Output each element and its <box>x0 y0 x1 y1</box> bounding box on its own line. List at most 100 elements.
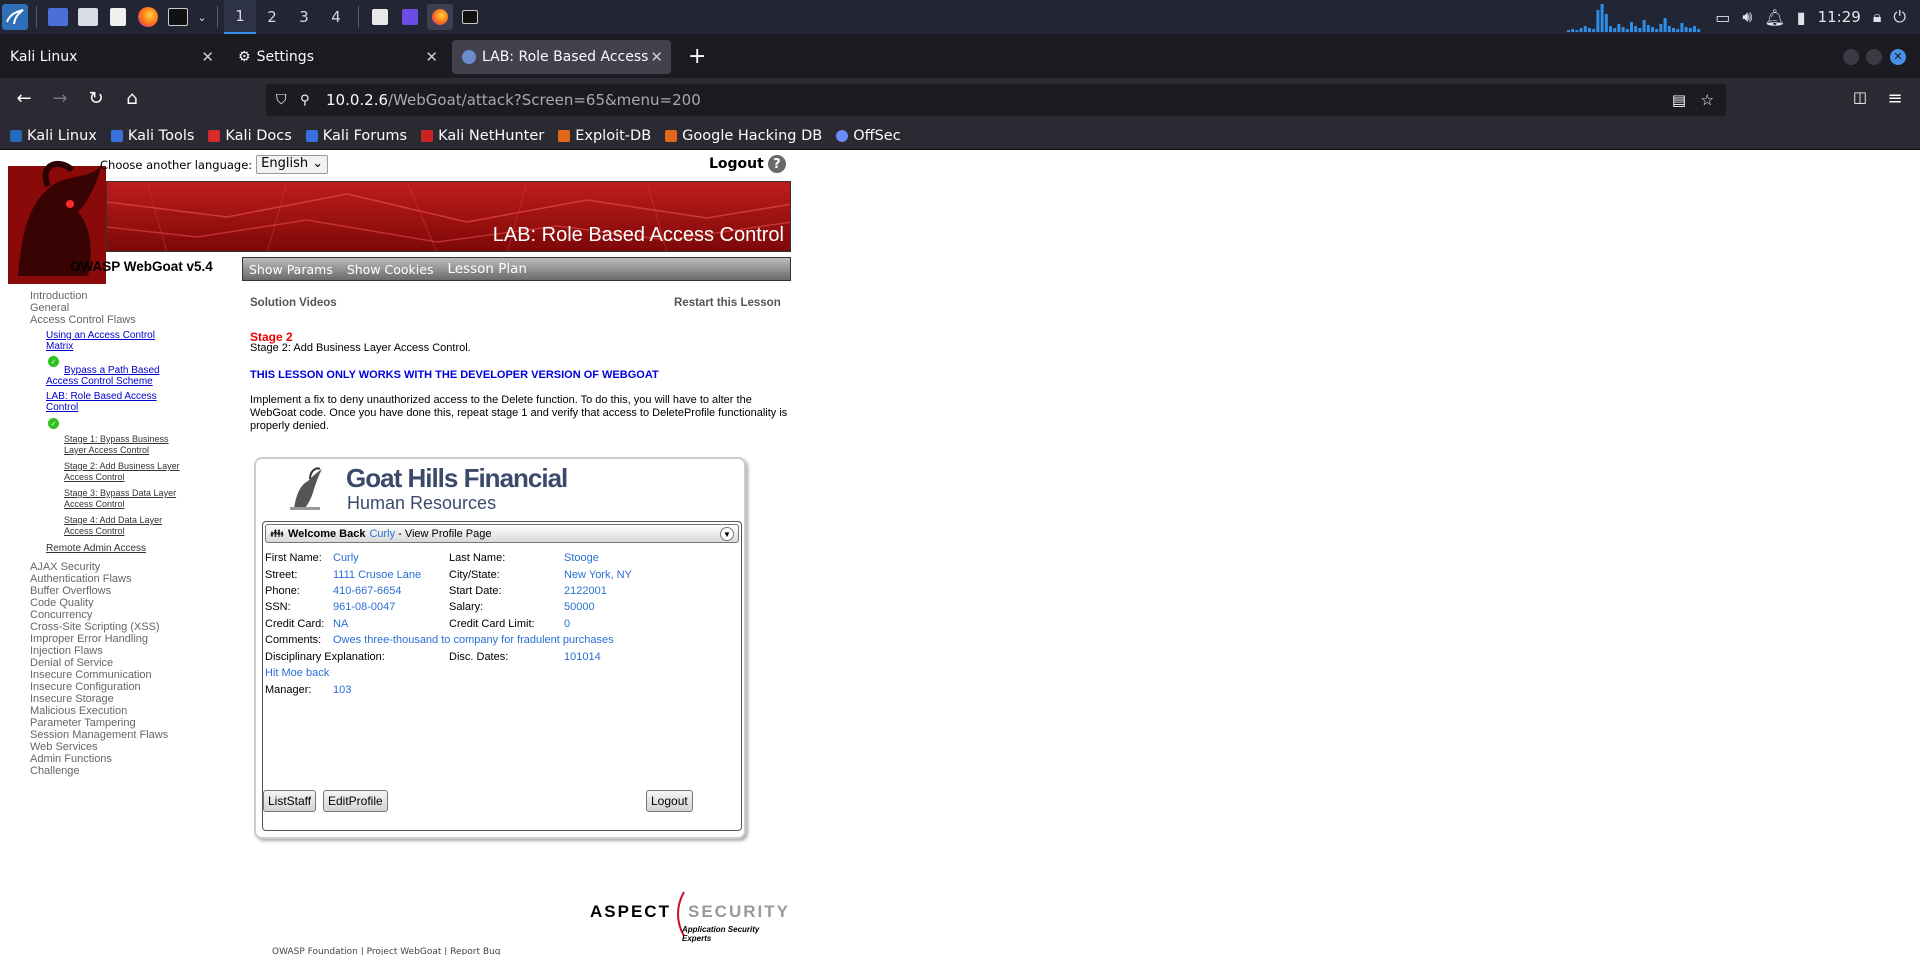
list-staff-button[interactable]: ListStaff <box>263 790 317 812</box>
nav-admin-functions[interactable]: Admin Functions <box>30 753 112 765</box>
bookmark-google-hacking-db[interactable]: Google Hacking DB <box>665 128 822 144</box>
nav-malicious-execution[interactable]: Malicious Execution <box>30 705 127 717</box>
close-icon[interactable]: ✕ <box>201 48 214 66</box>
nav-stage-1[interactable]: Stage 1: Bypass Business <box>64 434 169 444</box>
notification-bell-icon[interactable]: 🔔︎ <box>1764 8 1784 27</box>
nav-lab-role-based-access-cont[interactable]: Control <box>46 402 78 413</box>
nav-lab-role-based-access[interactable]: LAB: Role Based Access <box>46 391 157 402</box>
nav-stage-2-cont[interactable]: Access Control <box>64 472 125 482</box>
file-manager-icon[interactable] <box>75 4 101 30</box>
lock-icon[interactable]: 🔒︎ <box>1873 7 1882 27</box>
display-icon[interactable]: ▭ <box>1715 8 1730 27</box>
back-arrow-icon[interactable]: ← <box>12 88 36 109</box>
tab-settings[interactable]: ⚙ Settings ✕ <box>228 40 446 74</box>
close-window-button[interactable]: ✕ <box>1890 49 1906 65</box>
show-desktop-icon[interactable] <box>45 4 71 30</box>
nav-improper-error-handling[interactable]: Improper Error Handling <box>30 633 148 645</box>
maximize-button[interactable] <box>1866 49 1882 65</box>
workspace-1[interactable]: 1 <box>224 0 256 34</box>
nav-using-access-control-matrix[interactable]: Using an Access Control <box>46 330 155 341</box>
lesson-plan-button[interactable]: Lesson Plan <box>447 261 526 277</box>
bookmark-star-icon[interactable]: ☆ <box>1701 91 1714 109</box>
nav-insecure-storage[interactable]: Insecure Storage <box>30 693 114 705</box>
reload-icon[interactable]: ↻ <box>84 88 108 109</box>
nav-bypass-path-based-cont[interactable]: Access Control Scheme <box>46 376 153 387</box>
close-icon[interactable]: ✕ <box>650 48 663 66</box>
nav-stage-1-cont[interactable]: Layer Access Control <box>64 445 149 455</box>
terminal-icon[interactable] <box>165 4 191 30</box>
nav-xss[interactable]: Cross-Site Scripting (XSS) <box>30 621 160 633</box>
terminal-window-icon[interactable] <box>457 4 483 30</box>
tab-lab-role-based-access[interactable]: LAB: Role Based Access C ✕ <box>452 40 671 74</box>
solution-videos-link[interactable]: Solution Videos <box>250 297 337 309</box>
nav-introduction[interactable]: Introduction <box>30 290 87 302</box>
bookmark-offsec[interactable]: OffSec <box>836 128 901 144</box>
bookmark-kali-docs[interactable]: Kali Docs <box>208 128 292 144</box>
logout-link[interactable]: Logout ? <box>709 155 786 173</box>
text-editor-icon[interactable] <box>105 4 131 30</box>
reader-view-icon[interactable]: ▤ <box>1672 91 1686 109</box>
nav-stage-4-cont[interactable]: Access Control <box>64 526 125 536</box>
nav-access-control-flaws[interactable]: Access Control Flaws <box>30 314 136 326</box>
edit-profile-button[interactable]: EditProfile <box>323 790 388 812</box>
workspace-2[interactable]: 2 <box>256 0 288 34</box>
nav-insecure-configuration[interactable]: Insecure Configuration <box>30 681 141 693</box>
ghf-logout-button[interactable]: Logout <box>646 790 693 812</box>
bookmark-kali-linux[interactable]: Kali Linux <box>10 128 97 144</box>
nav-stage-3-cont[interactable]: Access Control <box>64 499 125 509</box>
power-icon[interactable]: ⏻ <box>1893 7 1906 27</box>
nav-general[interactable]: General <box>30 302 69 314</box>
nav-code-quality[interactable]: Code Quality <box>30 597 94 609</box>
nav-insecure-communication[interactable]: Insecure Communication <box>30 669 152 681</box>
help-icon[interactable]: ? <box>767 155 786 173</box>
nav-stage-3[interactable]: Stage 3: Bypass Data Layer <box>64 488 176 498</box>
nav-authentication-flaws[interactable]: Authentication Flaws <box>30 573 132 585</box>
home-icon[interactable]: ⌂ <box>120 88 144 109</box>
nav-stage-4[interactable]: Stage 4: Add Data Layer <box>64 515 162 525</box>
chevron-down-icon[interactable]: ⌄ <box>195 4 209 30</box>
nav-injection-flaws[interactable]: Injection Flaws <box>30 645 103 657</box>
bookmark-kali-nethunter[interactable]: Kali NetHunter <box>421 128 544 144</box>
pocket-icon[interactable]: ◫ <box>1848 88 1872 106</box>
kali-menu-icon[interactable] <box>2 4 28 30</box>
nav-parameter-tampering[interactable]: Parameter Tampering <box>30 717 136 729</box>
volume-icon[interactable]: 🔊︎ <box>1742 7 1752 27</box>
page-info-icon[interactable]: ⚲ <box>300 93 310 108</box>
firefox-icon[interactable] <box>135 4 161 30</box>
workspace-4[interactable]: 4 <box>320 0 352 34</box>
close-icon[interactable]: ✕ <box>425 48 438 66</box>
nav-concurrency[interactable]: Concurrency <box>30 609 92 621</box>
nav-ajax-security[interactable]: AJAX Security <box>30 561 100 573</box>
forward-arrow-icon[interactable]: → <box>48 88 72 109</box>
nav-denial-of-service[interactable]: Denial of Service <box>30 657 113 669</box>
bookmark-kali-tools[interactable]: Kali Tools <box>110 128 194 144</box>
bookmark-exploit-db[interactable]: Exploit-DB <box>558 128 651 144</box>
nav-web-services[interactable]: Web Services <box>30 741 98 753</box>
nav-remote-admin-access[interactable]: Remote Admin Access <box>46 543 146 554</box>
minimize-button[interactable] <box>1843 49 1859 65</box>
shield-icon[interactable]: ⛉ <box>276 92 287 108</box>
new-tab-button[interactable]: + <box>688 44 706 69</box>
aspect-security-logo[interactable]: ASPECT SECURITY Application Security Exp… <box>590 891 790 943</box>
zap-window-icon[interactable] <box>397 4 423 30</box>
show-params-button[interactable]: Show Params <box>249 262 333 277</box>
collapse-icon[interactable]: ▼ <box>720 527 734 541</box>
tab-kali-linux[interactable]: Kali Linux ✕ <box>0 40 222 74</box>
nav-using-access-control-matrix-cont[interactable]: Matrix <box>46 341 73 352</box>
nav-bypass-path-based[interactable]: Bypass a Path Based <box>64 365 160 376</box>
battery-icon[interactable]: ▮ <box>1797 8 1806 27</box>
restart-lesson-link[interactable]: Restart this Lesson <box>674 297 781 309</box>
bookmark-kali-forums[interactable]: Kali Forums <box>305 128 407 144</box>
nav-session-management-flaws[interactable]: Session Management Flaws <box>30 729 168 741</box>
url-bar[interactable]: ⛉ ⚲ 10.0.2.6/WebGoat/attack?Screen=65&me… <box>266 84 1726 116</box>
workspace-3[interactable]: 3 <box>288 0 320 34</box>
language-select[interactable]: English ⌄ <box>256 155 329 174</box>
clock[interactable]: 11:29 <box>1818 8 1861 26</box>
nav-buffer-overflows[interactable]: Buffer Overflows <box>30 585 111 597</box>
nav-stage-2[interactable]: Stage 2: Add Business Layer <box>64 461 180 471</box>
show-cookies-button[interactable]: Show Cookies <box>347 262 434 277</box>
burp-window-icon[interactable] <box>367 4 393 30</box>
app-menu-icon[interactable]: ≡ <box>1883 88 1907 109</box>
nav-challenge[interactable]: Challenge <box>30 765 80 777</box>
firefox-window-icon[interactable] <box>427 4 453 30</box>
